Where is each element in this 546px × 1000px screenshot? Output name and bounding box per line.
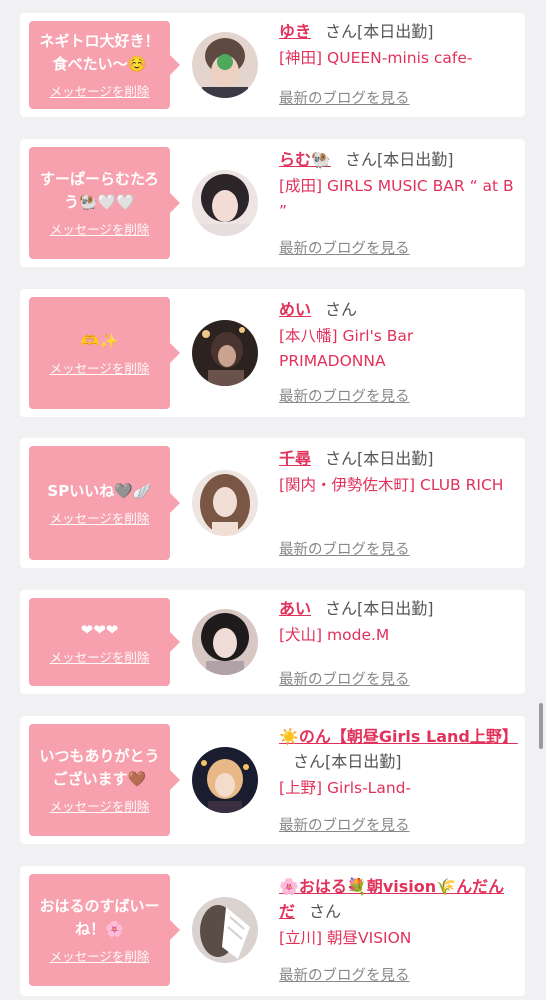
name-line: めい さん	[279, 297, 519, 322]
sender-info: 千尋 さん[本日出勤] [関内・伊勢佐木町] CLUB RICH 最新のブログを見…	[279, 446, 519, 558]
sender-info: あい さん[本日出勤] [犬山] mode.M 最新のブログを見る	[279, 596, 519, 688]
avatar-image	[192, 320, 258, 386]
avatar[interactable]	[192, 609, 258, 675]
message-text: おはるのすばいーね！🌸	[39, 897, 160, 938]
sender-name[interactable]: ゆき	[279, 22, 311, 41]
sender-name[interactable]: めい	[279, 300, 311, 319]
avatar-image	[192, 897, 258, 963]
scrollbar[interactable]	[539, 703, 543, 749]
latest-blog-link[interactable]: 最新のブログを見る	[279, 964, 410, 985]
message-card: いつもありがとうございます🤎 メッセージを削除 ☀️のん【朝昼Girls Lan…	[20, 716, 525, 844]
delete-message-link[interactable]: メッセージを削除	[50, 796, 150, 815]
honorific: さん	[293, 752, 326, 771]
latest-blog-link[interactable]: 最新のブログを見る	[279, 814, 410, 835]
work-status: [本日出勤]	[376, 150, 454, 169]
delete-message-link[interactable]: メッセージを削除	[50, 81, 150, 100]
sender-name[interactable]: 千尋	[279, 449, 311, 468]
shop-name: [犬山] mode.M	[279, 626, 390, 644]
message-text: ネギトロ大好き！食べたい〜☺️	[39, 32, 160, 73]
message-bubble: ネギトロ大好き！食べたい〜☺️ メッセージを削除	[29, 21, 180, 109]
delete-message-link[interactable]: メッセージを削除	[50, 508, 150, 527]
sender-name[interactable]: あい	[279, 599, 311, 618]
message-card: SPいいね🩶🪽 メッセージを削除 千尋 さん[本日出勤] [関内・伊勢佐木町] C…	[20, 438, 525, 568]
shop-name: [上野] Girls-Land-	[279, 779, 412, 797]
latest-blog-link[interactable]: 最新のブログを見る	[279, 87, 410, 108]
honorific: さん	[325, 449, 358, 468]
message-text: 🫶✨	[80, 331, 119, 350]
delete-message-link[interactable]: メッセージを削除	[50, 647, 150, 666]
sender-info: めい さん [本八幡] Girl's Bar PRIMADONNA 最新のブログを…	[279, 297, 519, 405]
message-bubble: いつもありがとうございます🤎 メッセージを削除	[29, 724, 180, 836]
name-line: あい さん[本日出勤]	[279, 596, 519, 621]
message-bubble: おはるのすばいーね！🌸 メッセージを削除	[29, 874, 180, 986]
name-line: ゆき さん[本日出勤]	[279, 19, 519, 44]
avatar[interactable]	[192, 470, 258, 536]
avatar-image	[192, 170, 258, 236]
message-card: ❤︎❤︎❤︎ メッセージを削除 あい さん[本日出勤] [犬山] mode.M 最…	[20, 590, 525, 694]
delete-message-link[interactable]: メッセージを削除	[50, 358, 150, 377]
name-line: ☀️のん【朝昼Girls Land上野】さん[本日出勤]	[279, 724, 519, 774]
message-text: いつもありがとうございます🤎	[39, 747, 160, 788]
avatar[interactable]	[192, 32, 258, 98]
avatar-image	[192, 747, 258, 813]
name-line: 千尋 さん[本日出勤]	[279, 446, 519, 471]
shop-name: [神田] QUEEN-minis cafe-	[279, 49, 473, 67]
shop-name: [立川] 朝昼VISION	[279, 929, 412, 947]
shop-name: [関内・伊勢佐木町] CLUB RICH	[279, 476, 504, 494]
sender-name[interactable]: ☀️のん【朝昼Girls Land上野】	[279, 727, 518, 746]
shop-name: [本八幡] Girl's Bar PRIMADONNA	[279, 327, 414, 370]
message-bubble: すーぱーらむたろう🐏🤍🤍 メッセージを削除	[29, 147, 180, 259]
sender-name[interactable]: らむ🐏	[279, 150, 331, 169]
message-card: 🫶✨ メッセージを削除 めい さん [本八幡] Girl's Bar PRIMAD…	[20, 289, 525, 417]
message-card: おはるのすばいーね！🌸 メッセージを削除 🌸おはる💐朝vision🌾んだんだ さん…	[20, 866, 525, 996]
sender-info: 🌸おはる💐朝vision🌾んだんだ さん [立川] 朝昼VISION 最新のブログ…	[279, 874, 519, 984]
delete-message-link[interactable]: メッセージを削除	[50, 219, 150, 238]
message-text: すーぱーらむたろう🐏🤍🤍	[39, 170, 160, 211]
honorific: さん	[325, 599, 358, 618]
shop-name: [成田] GIRLS MUSIC BAR “ at B ”	[279, 177, 514, 220]
message-text: SPいいね🩶🪽	[47, 481, 152, 500]
sender-info: ゆき さん[本日出勤] [神田] QUEEN-minis cafe- 最新のブログ…	[279, 19, 519, 107]
honorific: さん	[325, 300, 358, 319]
delete-message-link[interactable]: メッセージを削除	[50, 946, 150, 965]
message-card: すーぱーらむたろう🐏🤍🤍 メッセージを削除 らむ🐏 さん[本日出勤] [成田] G…	[20, 139, 525, 267]
message-text: ❤︎❤︎❤︎	[80, 620, 119, 639]
message-card: ネギトロ大好き！食べたい〜☺️ メッセージを削除 ゆき さん[本日出勤] [神田]…	[20, 13, 525, 117]
avatar-image	[192, 32, 258, 98]
honorific: さん	[344, 150, 377, 169]
latest-blog-link[interactable]: 最新のブログを見る	[279, 538, 410, 559]
message-bubble: SPいいね🩶🪽 メッセージを削除	[29, 446, 180, 560]
work-status: [本日出勤]	[357, 599, 434, 618]
avatar-image	[192, 609, 258, 675]
work-status: [本日出勤]	[357, 22, 434, 41]
avatar[interactable]	[192, 897, 258, 963]
avatar-image	[192, 470, 258, 536]
latest-blog-link[interactable]: 最新のブログを見る	[279, 385, 410, 406]
sender-info: ☀️のん【朝昼Girls Land上野】さん[本日出勤] [上野] Girls-…	[279, 724, 519, 834]
avatar[interactable]	[192, 747, 258, 813]
message-bubble: ❤︎❤︎❤︎ メッセージを削除	[29, 598, 180, 686]
work-status: [本日出勤]	[357, 449, 434, 468]
avatar[interactable]	[192, 320, 258, 386]
honorific: さん	[325, 22, 358, 41]
latest-blog-link[interactable]: 最新のブログを見る	[279, 668, 410, 689]
honorific: さん	[309, 902, 342, 921]
message-bubble: 🫶✨ メッセージを削除	[29, 297, 180, 409]
avatar[interactable]	[192, 170, 258, 236]
latest-blog-link[interactable]: 最新のブログを見る	[279, 237, 410, 258]
name-line: らむ🐏 さん[本日出勤]	[279, 147, 519, 172]
work-status: [本日出勤]	[325, 752, 402, 771]
name-line: 🌸おはる💐朝vision🌾んだんだ さん	[279, 874, 519, 924]
sender-info: らむ🐏 さん[本日出勤] [成田] GIRLS MUSIC BAR “ at B …	[279, 147, 519, 257]
